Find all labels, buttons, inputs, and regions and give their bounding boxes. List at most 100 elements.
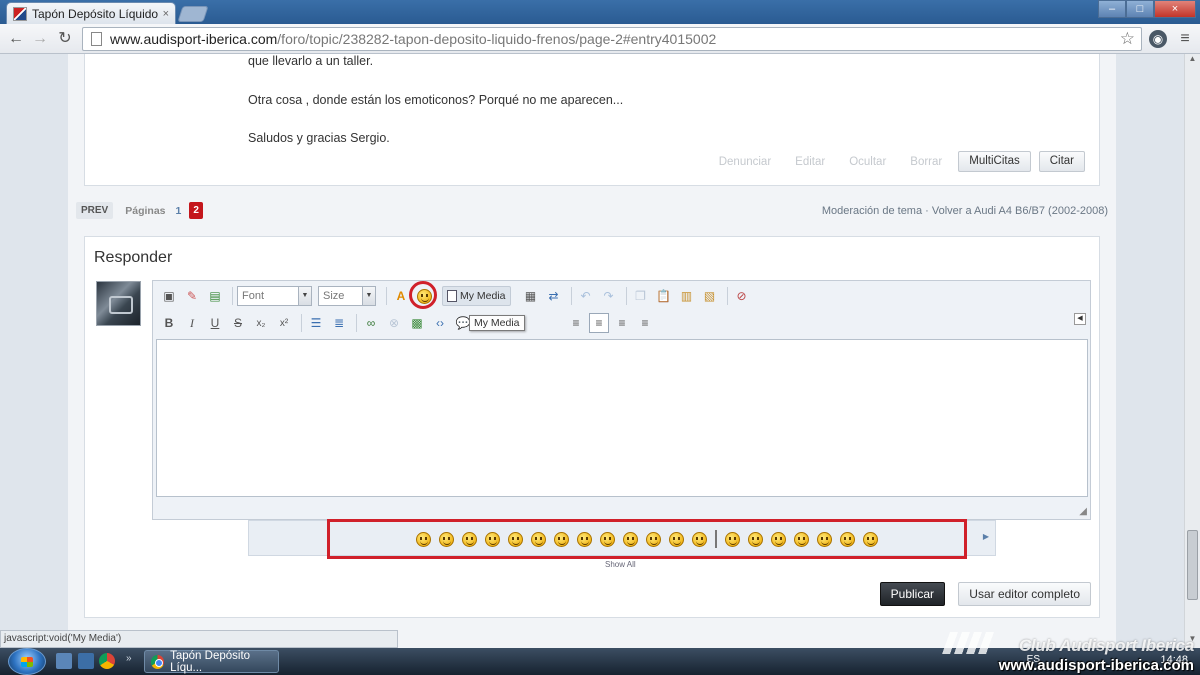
paste-icon[interactable]: 📋 [654, 286, 674, 306]
eraser-icon[interactable]: ✎ [182, 286, 202, 306]
my-media-button[interactable]: My Media [442, 286, 511, 306]
publish-button[interactable]: Publicar [879, 582, 945, 606]
chrome-quicklaunch-icon[interactable] [99, 653, 115, 669]
emoticon-icon[interactable] [416, 531, 431, 547]
align-right-icon[interactable]: ≡ [612, 313, 632, 333]
taskbar-chrome-window[interactable]: Tapón Depósito Líqu... [144, 650, 279, 674]
underline-button[interactable]: U [205, 313, 225, 333]
emoticon-icon[interactable] [725, 531, 740, 547]
subscript-button[interactable]: x₂ [251, 313, 271, 333]
emoticon-icon[interactable] [669, 531, 684, 547]
extension-icon[interactable]: ◉ [1149, 30, 1167, 48]
emoticon-icon[interactable] [692, 531, 707, 547]
bold-button[interactable]: B [159, 313, 179, 333]
emoticon-list [327, 519, 967, 559]
browser-tab[interactable]: Tapón Depósito Líquido F × [6, 2, 176, 24]
emoticon-next-icon[interactable]: ▶ [983, 532, 989, 541]
emoticon-divider [715, 530, 717, 548]
undo-icon[interactable]: ↶ [576, 286, 596, 306]
italic-button[interactable]: I [182, 313, 202, 333]
prev-page-button[interactable]: PREV [76, 202, 114, 219]
unlink-icon[interactable]: ⊗ [384, 313, 404, 333]
emoticon-icon[interactable] [531, 531, 546, 547]
emoticon-icon[interactable] [508, 531, 523, 547]
emoticon-bar: ▶ [248, 519, 996, 559]
browser-tab-strip: Tapón Depósito Líquido F × – □ × [0, 0, 1200, 24]
emoticon-icon[interactable] [600, 531, 615, 547]
hide-link[interactable]: Ocultar [849, 156, 886, 168]
show-all-emoticons-link[interactable]: Show All [605, 560, 636, 569]
redo-icon[interactable]: ↷ [599, 286, 619, 306]
reload-icon[interactable]: ↻ [55, 29, 75, 49]
spoiler-icon[interactable]: ▦ [521, 286, 541, 306]
page-1-link[interactable]: 1 [176, 205, 182, 217]
bullet-list-icon[interactable]: ☰ [306, 313, 326, 333]
link-icon[interactable]: ∞ [361, 313, 381, 333]
back-arrow-icon[interactable]: ← [6, 29, 26, 49]
emoticon-icon[interactable] [817, 531, 832, 547]
close-window-button[interactable]: × [1154, 0, 1196, 18]
paste-text-icon[interactable]: ▥ [677, 286, 697, 306]
copy-icon[interactable]: ❐ [631, 286, 651, 306]
moderation-links[interactable]: Moderación de tema · Volver a Audi A4 B6… [822, 205, 1108, 217]
align-left-icon[interactable]: ≡ [566, 313, 586, 333]
superscript-button[interactable]: x² [274, 313, 294, 333]
emoticon-icon[interactable] [794, 531, 809, 547]
minimize-button[interactable]: – [1098, 0, 1126, 18]
quote-button[interactable]: Citar [1038, 151, 1085, 172]
code-icon[interactable]: ‹› [430, 313, 450, 333]
emoticon-icon[interactable] [646, 531, 661, 547]
remove-format-icon[interactable]: ⊘ [732, 286, 752, 306]
tab-close-icon[interactable]: × [163, 8, 169, 20]
emoticon-icon[interactable] [748, 531, 763, 547]
site-favicon-icon [13, 6, 27, 21]
emoticon-icon[interactable] [485, 531, 500, 547]
tab-title: Tapón Depósito Líquido F [32, 6, 159, 21]
show-desktop-icon[interactable] [56, 653, 72, 669]
align-justify-icon[interactable]: ≡ [635, 313, 655, 333]
emoticon-icon[interactable] [577, 531, 592, 547]
emoticon-icon[interactable] [462, 531, 477, 547]
align-center-icon[interactable]: ≡ [589, 313, 609, 333]
emoticon-icon[interactable] [439, 531, 454, 547]
font-select[interactable]: Font ▼ [237, 286, 312, 306]
size-select-value: Size [323, 290, 345, 302]
paste-word-icon[interactable]: ▧ [700, 286, 720, 306]
bookmark-star-icon[interactable]: ☆ [1120, 29, 1135, 49]
reply-textarea[interactable] [156, 339, 1088, 497]
chevron-down-icon: ▼ [298, 287, 311, 305]
scroll-up-icon[interactable]: ▲ [1185, 54, 1200, 68]
emoticon-icon[interactable] [863, 531, 878, 547]
report-link[interactable]: Denunciar [719, 156, 771, 168]
image-icon[interactable]: ▩ [407, 313, 427, 333]
text-color-icon[interactable]: A [391, 286, 411, 306]
full-editor-button[interactable]: Usar editor completo [958, 582, 1091, 606]
reply-box: Responder ▣ ✎ ▤ Font ▼ Size ▼ A My Media ▦… [84, 236, 1100, 618]
chevron-icon[interactable]: » [126, 653, 132, 664]
emoticon-icon[interactable] [840, 531, 855, 547]
resize-grip-icon[interactable]: ◢ [1079, 506, 1087, 517]
numbered-list-icon[interactable]: ≣ [329, 313, 349, 333]
address-bar[interactable]: www.audisport-iberica.com/foro/topic/238… [82, 27, 1142, 51]
forward-arrow-icon[interactable]: → [30, 29, 50, 49]
edit-link[interactable]: Editar [795, 156, 825, 168]
emoticon-icon[interactable] [623, 531, 638, 547]
emoticon-icon[interactable] [771, 531, 786, 547]
page-scrollbar[interactable]: ▲ ▼ [1184, 54, 1200, 648]
source-icon[interactable]: ▣ [159, 286, 179, 306]
multiquote-button[interactable]: MultiCitas [958, 151, 1031, 172]
template-icon[interactable]: ▤ [205, 286, 225, 306]
start-button[interactable] [8, 648, 46, 675]
emoticon-icon[interactable] [554, 531, 569, 547]
size-select[interactable]: Size ▼ [318, 286, 376, 306]
spellcheck-icon[interactable]: ⇄ [544, 286, 564, 306]
chrome-menu-icon[interactable]: ≡ [1176, 30, 1194, 48]
collapse-toolbar-icon[interactable]: ◀ [1074, 313, 1086, 325]
delete-link[interactable]: Borrar [910, 156, 942, 168]
forum-post: que llevarlo a un taller. Otra cosa , do… [84, 54, 1100, 186]
new-tab-button[interactable] [177, 6, 209, 22]
maximize-button[interactable]: □ [1126, 0, 1154, 18]
explorer-icon[interactable] [78, 653, 94, 669]
scroll-thumb[interactable] [1187, 530, 1198, 600]
strikethrough-button[interactable]: S [228, 313, 248, 333]
